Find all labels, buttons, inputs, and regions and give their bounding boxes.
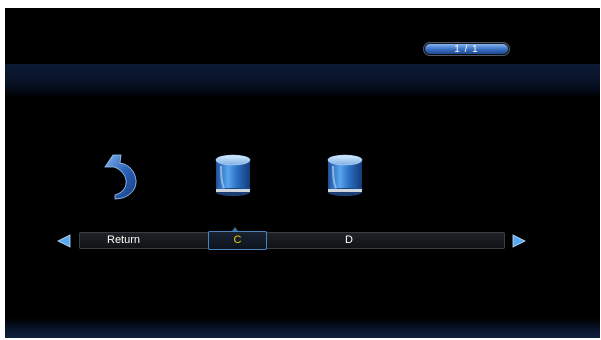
footer-band: [5, 318, 600, 338]
drive-d-icon[interactable]: [324, 152, 366, 200]
page-indicator: 1 / 1: [423, 42, 510, 56]
scroll-left-arrow-icon[interactable]: [57, 234, 71, 248]
media-browser-screen: 1 / 1 Return C D: [5, 8, 600, 338]
item-return[interactable]: Return: [107, 233, 140, 248]
header-band: [5, 64, 600, 98]
return-arrow-icon[interactable]: [103, 153, 143, 201]
page-indicator-text: 1 / 1: [454, 44, 479, 55]
item-drive-d[interactable]: D: [334, 233, 364, 248]
item-label-bar: Return C D: [79, 231, 505, 250]
drive-c-icon[interactable]: [212, 152, 254, 200]
item-drive-c[interactable]: C: [208, 231, 267, 250]
scroll-right-arrow-icon[interactable]: [512, 234, 526, 248]
